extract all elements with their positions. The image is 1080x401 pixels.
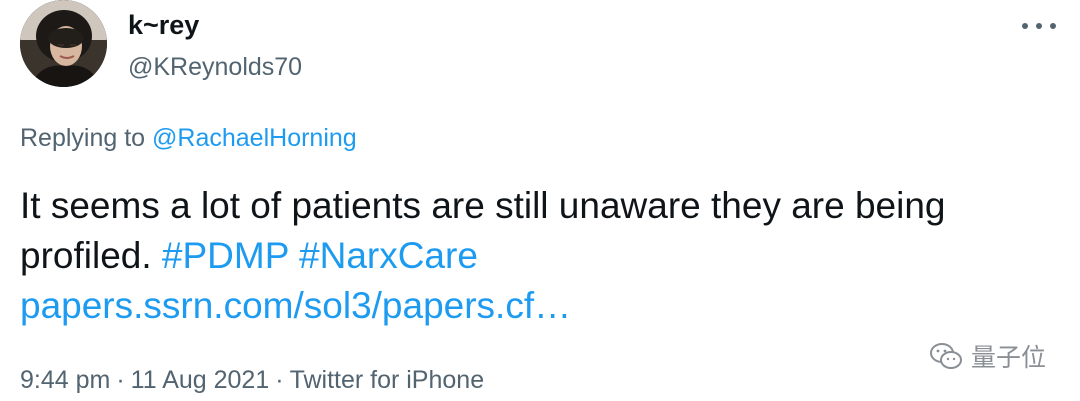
external-url-link[interactable]: papers.ssrn.com/sol3/papers.cf… <box>20 285 571 326</box>
author-display-name[interactable]: k~rey <box>128 8 302 42</box>
wechat-icon <box>929 343 962 369</box>
tweet-date[interactable]: 11 Aug 2021 <box>131 366 270 394</box>
tweet-time[interactable]: 9:44 pm <box>20 366 110 394</box>
hashtag-pdmp-link[interactable]: #PDMP <box>162 235 289 276</box>
avatar[interactable] <box>20 0 107 87</box>
more-dot-icon <box>1022 23 1028 29</box>
tweet-text: It seems a lot of patients are still una… <box>20 185 946 276</box>
meta-separator: · <box>116 366 125 394</box>
more-dot-icon <box>1036 23 1042 29</box>
watermark-text: 量子位 <box>970 343 1046 372</box>
replying-to-label: Replying to <box>20 124 146 152</box>
tweet-source[interactable]: Twitter for iPhone <box>290 366 485 394</box>
replying-to: Replying to @RachaelHorning <box>20 122 357 154</box>
meta-separator: · <box>275 366 284 394</box>
author-handle[interactable]: @KReynolds70 <box>128 50 302 84</box>
tweet-card: k~rey @KReynolds70 Replying to @RachaelH… <box>0 0 1080 401</box>
profile-photo-icon <box>20 0 107 87</box>
more-options-button[interactable] <box>1022 16 1056 36</box>
tweet-body: It seems a lot of patients are still una… <box>20 181 1040 331</box>
author-info: k~rey @KReynolds70 <box>128 8 302 84</box>
hashtag-narxcare-link[interactable]: #NarxCare <box>299 235 478 276</box>
reply-mention-link[interactable]: @RachaelHorning <box>152 124 357 152</box>
watermark: 量子位 <box>929 338 1046 374</box>
more-dot-icon <box>1050 23 1056 29</box>
tweet-metadata: 9:44 pm · 11 Aug 2021 · Twitter for iPhone <box>20 364 484 396</box>
